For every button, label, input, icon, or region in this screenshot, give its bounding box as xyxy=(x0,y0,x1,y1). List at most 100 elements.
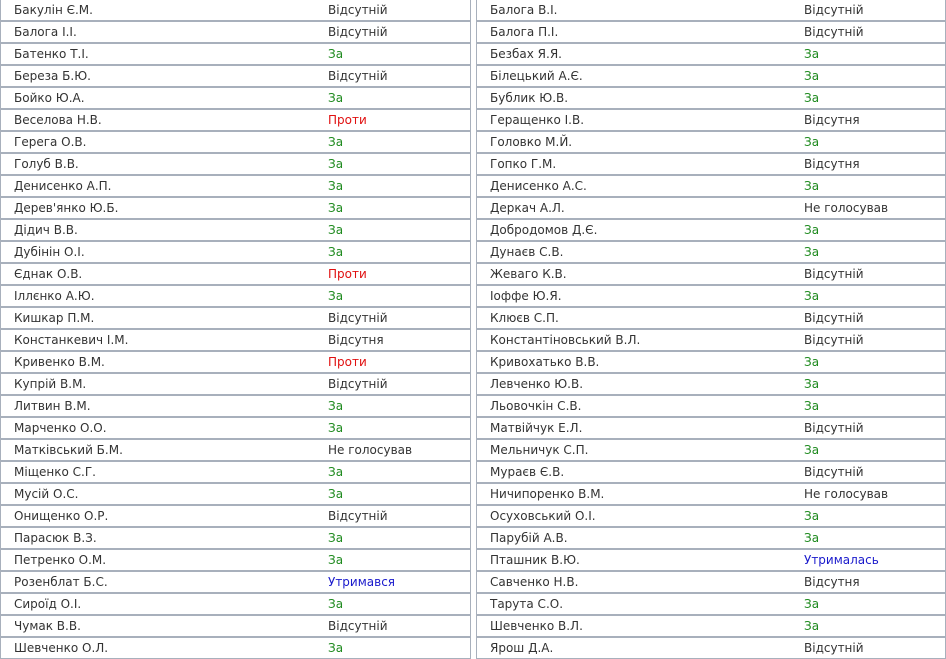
vote-result: За xyxy=(328,131,471,153)
deputy-name: Балога В.І. xyxy=(476,0,804,21)
table-row: Мураєв Є.В. Відсутній xyxy=(476,461,946,483)
vote-result: За xyxy=(328,549,471,571)
vote-result: За xyxy=(804,175,946,197)
vote-result: За xyxy=(328,461,471,483)
vote-result: За xyxy=(804,219,946,241)
vote-table-left: Бакулін Є.М. Відсутній Балога І.І. Відсутні… xyxy=(0,0,471,659)
vote-result: Відсутній xyxy=(328,65,471,87)
table-row: Береза Б.Ю. Відсутній xyxy=(0,65,471,87)
table-row: Балога І.І. Відсутній xyxy=(0,21,471,43)
vote-result: Проти xyxy=(328,351,471,373)
vote-result: За xyxy=(328,43,471,65)
table-row: Дерев'янко Ю.Б. За xyxy=(0,197,471,219)
table-row: Матвійчук Е.Л. Відсутній xyxy=(476,417,946,439)
deputy-name: Єднак О.В. xyxy=(0,263,328,285)
vote-result: Відсутній xyxy=(804,329,946,351)
deputy-name: Дунаєв С.В. xyxy=(476,241,804,263)
deputy-name: Онищенко О.Р. xyxy=(0,505,328,527)
vote-result: За xyxy=(804,241,946,263)
deputy-name: Береза Б.Ю. xyxy=(0,65,328,87)
vote-result: Відсутня xyxy=(328,329,471,351)
vote-rows-left: Бакулін Є.М. Відсутній Балога І.І. Відсутні… xyxy=(0,0,471,659)
vote-result: Відсутній xyxy=(804,637,946,659)
vote-result: За xyxy=(804,131,946,153)
deputy-name: Левченко Ю.В. xyxy=(476,373,804,395)
vote-result: Відсутня xyxy=(804,109,946,131)
table-row: Дунаєв С.В. За xyxy=(476,241,946,263)
table-row: Бакулін Є.М. Відсутній xyxy=(0,0,471,21)
deputy-name: Савченко Н.В. xyxy=(476,571,804,593)
deputy-name: Жеваго К.В. xyxy=(476,263,804,285)
vote-result: За xyxy=(804,87,946,109)
deputy-name: Льовочкін С.В. xyxy=(476,395,804,417)
vote-result: Не голосував xyxy=(328,439,471,461)
vote-result: Не голосував xyxy=(804,197,946,219)
vote-result: За xyxy=(804,527,946,549)
table-row: Марченко О.О. За xyxy=(0,417,471,439)
vote-result: За xyxy=(328,483,471,505)
table-row: Тарута С.О. За xyxy=(476,593,946,615)
deputy-name: Константіновський В.Л. xyxy=(476,329,804,351)
deputy-name: Шевченко О.Л. xyxy=(0,637,328,659)
vote-result: Відсутній xyxy=(328,0,471,21)
deputy-name: Герега О.В. xyxy=(0,131,328,153)
deputy-name: Гопко Г.М. xyxy=(476,153,804,175)
table-row: Сироїд О.І. За xyxy=(0,593,471,615)
vote-result: За xyxy=(804,65,946,87)
table-row: Кривохатько В.В. За xyxy=(476,351,946,373)
table-row: Купрій В.М. Відсутній xyxy=(0,373,471,395)
table-row: Льовочкін С.В. За xyxy=(476,395,946,417)
table-row: Петренко О.М. За xyxy=(0,549,471,571)
deputy-name: Петренко О.М. xyxy=(0,549,328,571)
table-row: Іллєнко А.Ю. За xyxy=(0,285,471,307)
vote-result: Відсутня xyxy=(804,153,946,175)
table-row: Парубій А.В. За xyxy=(476,527,946,549)
table-row: Геращенко І.В. Відсутня xyxy=(476,109,946,131)
table-row: Клюєв С.П. Відсутній xyxy=(476,307,946,329)
deputy-name: Безбах Я.Я. xyxy=(476,43,804,65)
table-row: Савченко Н.В. Відсутня xyxy=(476,571,946,593)
deputy-name: Пташник В.Ю. xyxy=(476,549,804,571)
table-row: Балога В.І. Відсутній xyxy=(476,0,946,21)
deputy-name: Шевченко В.Л. xyxy=(476,615,804,637)
vote-result: За xyxy=(328,417,471,439)
vote-result: Відсутній xyxy=(328,307,471,329)
vote-result: За xyxy=(328,285,471,307)
table-row: Денисенко А.П. За xyxy=(0,175,471,197)
vote-result: За xyxy=(328,197,471,219)
deputy-name: Клюєв С.П. xyxy=(476,307,804,329)
deputy-name: Мураєв Є.В. xyxy=(476,461,804,483)
vote-result: За xyxy=(804,395,946,417)
deputy-name: Іоффе Ю.Я. xyxy=(476,285,804,307)
table-row: Добродомов Д.Є. За xyxy=(476,219,946,241)
table-row: Пташник В.Ю. Утрималась xyxy=(476,549,946,571)
table-row: Голуб В.В. За xyxy=(0,153,471,175)
table-row: Шевченко В.Л. За xyxy=(476,615,946,637)
deputy-name: Геращенко І.В. xyxy=(476,109,804,131)
vote-result: За xyxy=(328,527,471,549)
table-row: Шевченко О.Л. За xyxy=(0,637,471,659)
table-row: Батенко Т.І. За xyxy=(0,43,471,65)
deputy-name: Батенко Т.І. xyxy=(0,43,328,65)
deputy-name: Марченко О.О. xyxy=(0,417,328,439)
vote-result: За xyxy=(328,153,471,175)
deputy-name: Бойко Ю.А. xyxy=(0,87,328,109)
deputy-name: Дерев'янко Ю.Б. xyxy=(0,197,328,219)
vote-result: Відсутній xyxy=(804,307,946,329)
table-row: Жеваго К.В. Відсутній xyxy=(476,263,946,285)
deputy-name: Мельничук С.П. xyxy=(476,439,804,461)
deputy-name: Бублик Ю.В. xyxy=(476,87,804,109)
deputy-name: Денисенко А.П. xyxy=(0,175,328,197)
table-row: Денисенко А.С. За xyxy=(476,175,946,197)
vote-result: За xyxy=(804,439,946,461)
table-row: Кривенко В.М. Проти xyxy=(0,351,471,373)
table-row: Левченко Ю.В. За xyxy=(476,373,946,395)
vote-result: За xyxy=(804,285,946,307)
deputy-name: Міщенко С.Г. xyxy=(0,461,328,483)
vote-result: За xyxy=(328,637,471,659)
deputy-name: Кривохатько В.В. xyxy=(476,351,804,373)
deputy-name: Іллєнко А.Ю. xyxy=(0,285,328,307)
vote-result: За xyxy=(804,351,946,373)
deputy-name: Білецький А.Є. xyxy=(476,65,804,87)
deputy-name: Дубінін О.І. xyxy=(0,241,328,263)
